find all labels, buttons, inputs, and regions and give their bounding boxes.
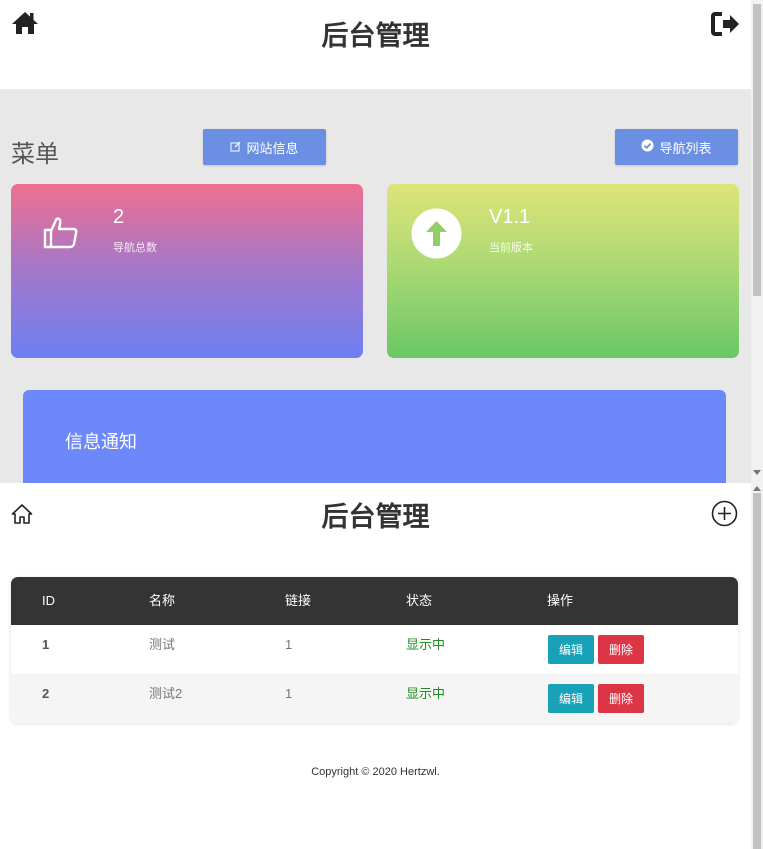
notice-panel: 信息通知 (23, 390, 726, 483)
column-id: ID (42, 593, 55, 608)
nav-count-card: 2 导航总数 (11, 184, 363, 358)
table-header: ID 名称 链接 状态 操作 (11, 577, 738, 625)
nav-count-label: 导航总数 (113, 242, 157, 254)
row-status: 显示中 (406, 686, 446, 701)
table-row: 1 测试 1 显示中 编辑 删除 (11, 625, 738, 674)
top-scrollbar[interactable] (751, 0, 763, 483)
nav-table: ID 名称 链接 状态 操作 1 测试 1 显示中 编辑 删除 2 测试2 1 … (11, 577, 738, 723)
nav-list-label: 导航列表 (659, 140, 712, 156)
menu-label: 菜单 (11, 141, 59, 168)
nav-list-button[interactable]: 导航列表 (615, 129, 738, 165)
edit-button[interactable]: 编辑 (548, 684, 594, 713)
top-scrollbar-thumb[interactable] (753, 4, 761, 296)
row-name: 测试 (149, 637, 176, 652)
column-name: 名称 (149, 593, 176, 608)
version-label: 当前版本 (489, 242, 533, 254)
scroll-up-arrow[interactable] (753, 486, 761, 491)
bottom-scrollbar[interactable] (751, 483, 763, 849)
row-status: 显示中 (406, 637, 446, 652)
row-link: 1 (285, 637, 293, 652)
arrow-up-icon (411, 208, 462, 264)
column-actions: 操作 (547, 593, 574, 608)
top-header: 后台管理 (0, 0, 751, 89)
row-name: 测试2 (149, 686, 183, 701)
notice-title: 信息通知 (65, 432, 137, 452)
column-link: 链接 (285, 593, 312, 608)
dashboard-pane: 后台管理 菜单 网站信息 导航列表 2 导航总数 V1.1 当前版本 信息通知 (0, 0, 751, 483)
footer-copyright: Copyright © 2020 Hertzwl. (311, 766, 440, 778)
edit-icon (230, 140, 241, 155)
nav-count-value: 2 (113, 206, 125, 228)
delete-button[interactable]: 删除 (598, 635, 644, 664)
thumbs-up-icon (42, 216, 80, 255)
bottom-scrollbar-thumb[interactable] (753, 493, 761, 849)
delete-button[interactable]: 删除 (598, 684, 644, 713)
version-card: V1.1 当前版本 (387, 184, 739, 358)
logout-icon[interactable] (710, 10, 742, 43)
table-row: 2 测试2 1 显示中 编辑 删除 (11, 674, 738, 723)
edit-button[interactable]: 编辑 (548, 635, 594, 664)
column-status: 状态 (406, 593, 433, 608)
site-info-button[interactable]: 网站信息 (203, 129, 326, 165)
page-title-2: 后台管理 (321, 502, 430, 532)
check-circle-icon (641, 139, 654, 155)
version-value: V1.1 (489, 206, 531, 228)
row-id: 1 (42, 637, 50, 652)
page-title: 后台管理 (321, 21, 430, 51)
scroll-down-arrow[interactable] (753, 470, 761, 475)
plus-circle-icon[interactable] (711, 500, 738, 532)
site-info-label: 网站信息 (246, 140, 299, 156)
nav-list-pane: 后台管理 ID 名称 链接 状态 操作 1 测试 1 显示中 编辑 删除 2 测… (0, 483, 751, 849)
row-id: 2 (42, 686, 50, 701)
row-link: 1 (285, 686, 293, 701)
